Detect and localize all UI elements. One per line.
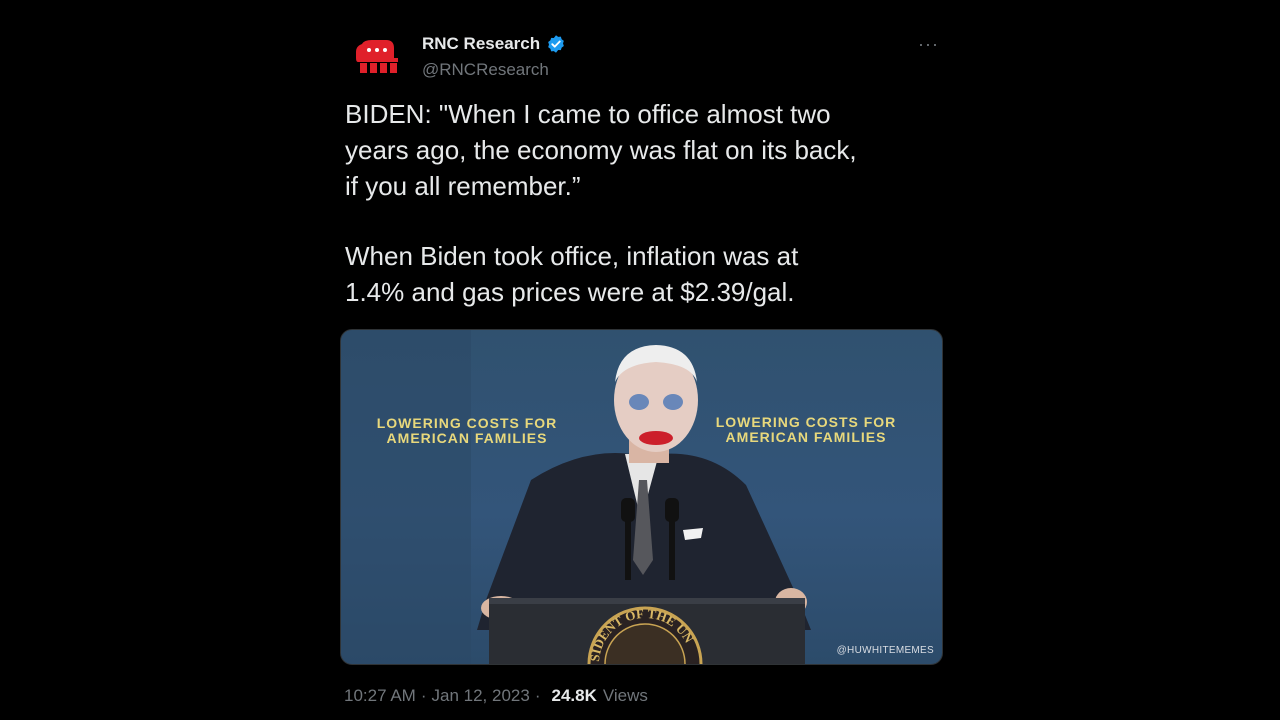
tweet-media[interactable]: SIDENT OF THE UN Lowering Costs for Amer…	[340, 329, 943, 665]
views-count[interactable]: 24.8K	[551, 686, 596, 706]
meta-separator-2: ·	[534, 686, 541, 705]
banner-left-line-2: American Families	[386, 430, 548, 446]
tweet-paragraph-2: When Biden took office, inflation was at…	[345, 241, 799, 307]
banner-right-line-2: American Families	[725, 429, 887, 445]
tweet: RNC Research @RNCResearch ··· BIDEN: "Wh…	[340, 0, 945, 720]
ellipsis-icon[interactable]: ···	[918, 34, 939, 55]
views-label: Views	[602, 686, 648, 705]
author-display-name[interactable]: RNC Research	[422, 34, 540, 54]
tweet-header: RNC Research @RNCResearch ···	[340, 14, 945, 79]
banner-right: Lowering Costs for American Families	[706, 415, 906, 445]
meta-separator: ·	[420, 686, 427, 705]
tweet-paragraph-1: BIDEN: "When I came to office almost two…	[345, 99, 857, 201]
tweet-date[interactable]: Jan 12, 2023	[432, 686, 530, 706]
banner-left: Lowering Costs for American Families	[367, 416, 567, 446]
republican-elephant-icon[interactable]	[352, 36, 400, 76]
tweet-time[interactable]: 10:27 AM	[344, 686, 416, 706]
watermark: @HUWHITEMEMES	[836, 645, 934, 656]
verified-badge-icon	[548, 35, 564, 53]
banner-left-line-1: Lowering Costs for	[376, 415, 558, 431]
author-handle[interactable]: @RNCResearch	[422, 60, 549, 80]
tweet-text: BIDEN: "When I came to office almost two…	[345, 96, 940, 310]
banner-right-line-1: Lowering Costs for	[715, 414, 897, 430]
tweet-meta: 10:27 AM · Jan 12, 2023 · 24.8K Views	[344, 686, 648, 706]
author-name-row[interactable]: RNC Research	[422, 34, 566, 54]
speaker-photo: SIDENT OF THE UN	[341, 330, 811, 664]
